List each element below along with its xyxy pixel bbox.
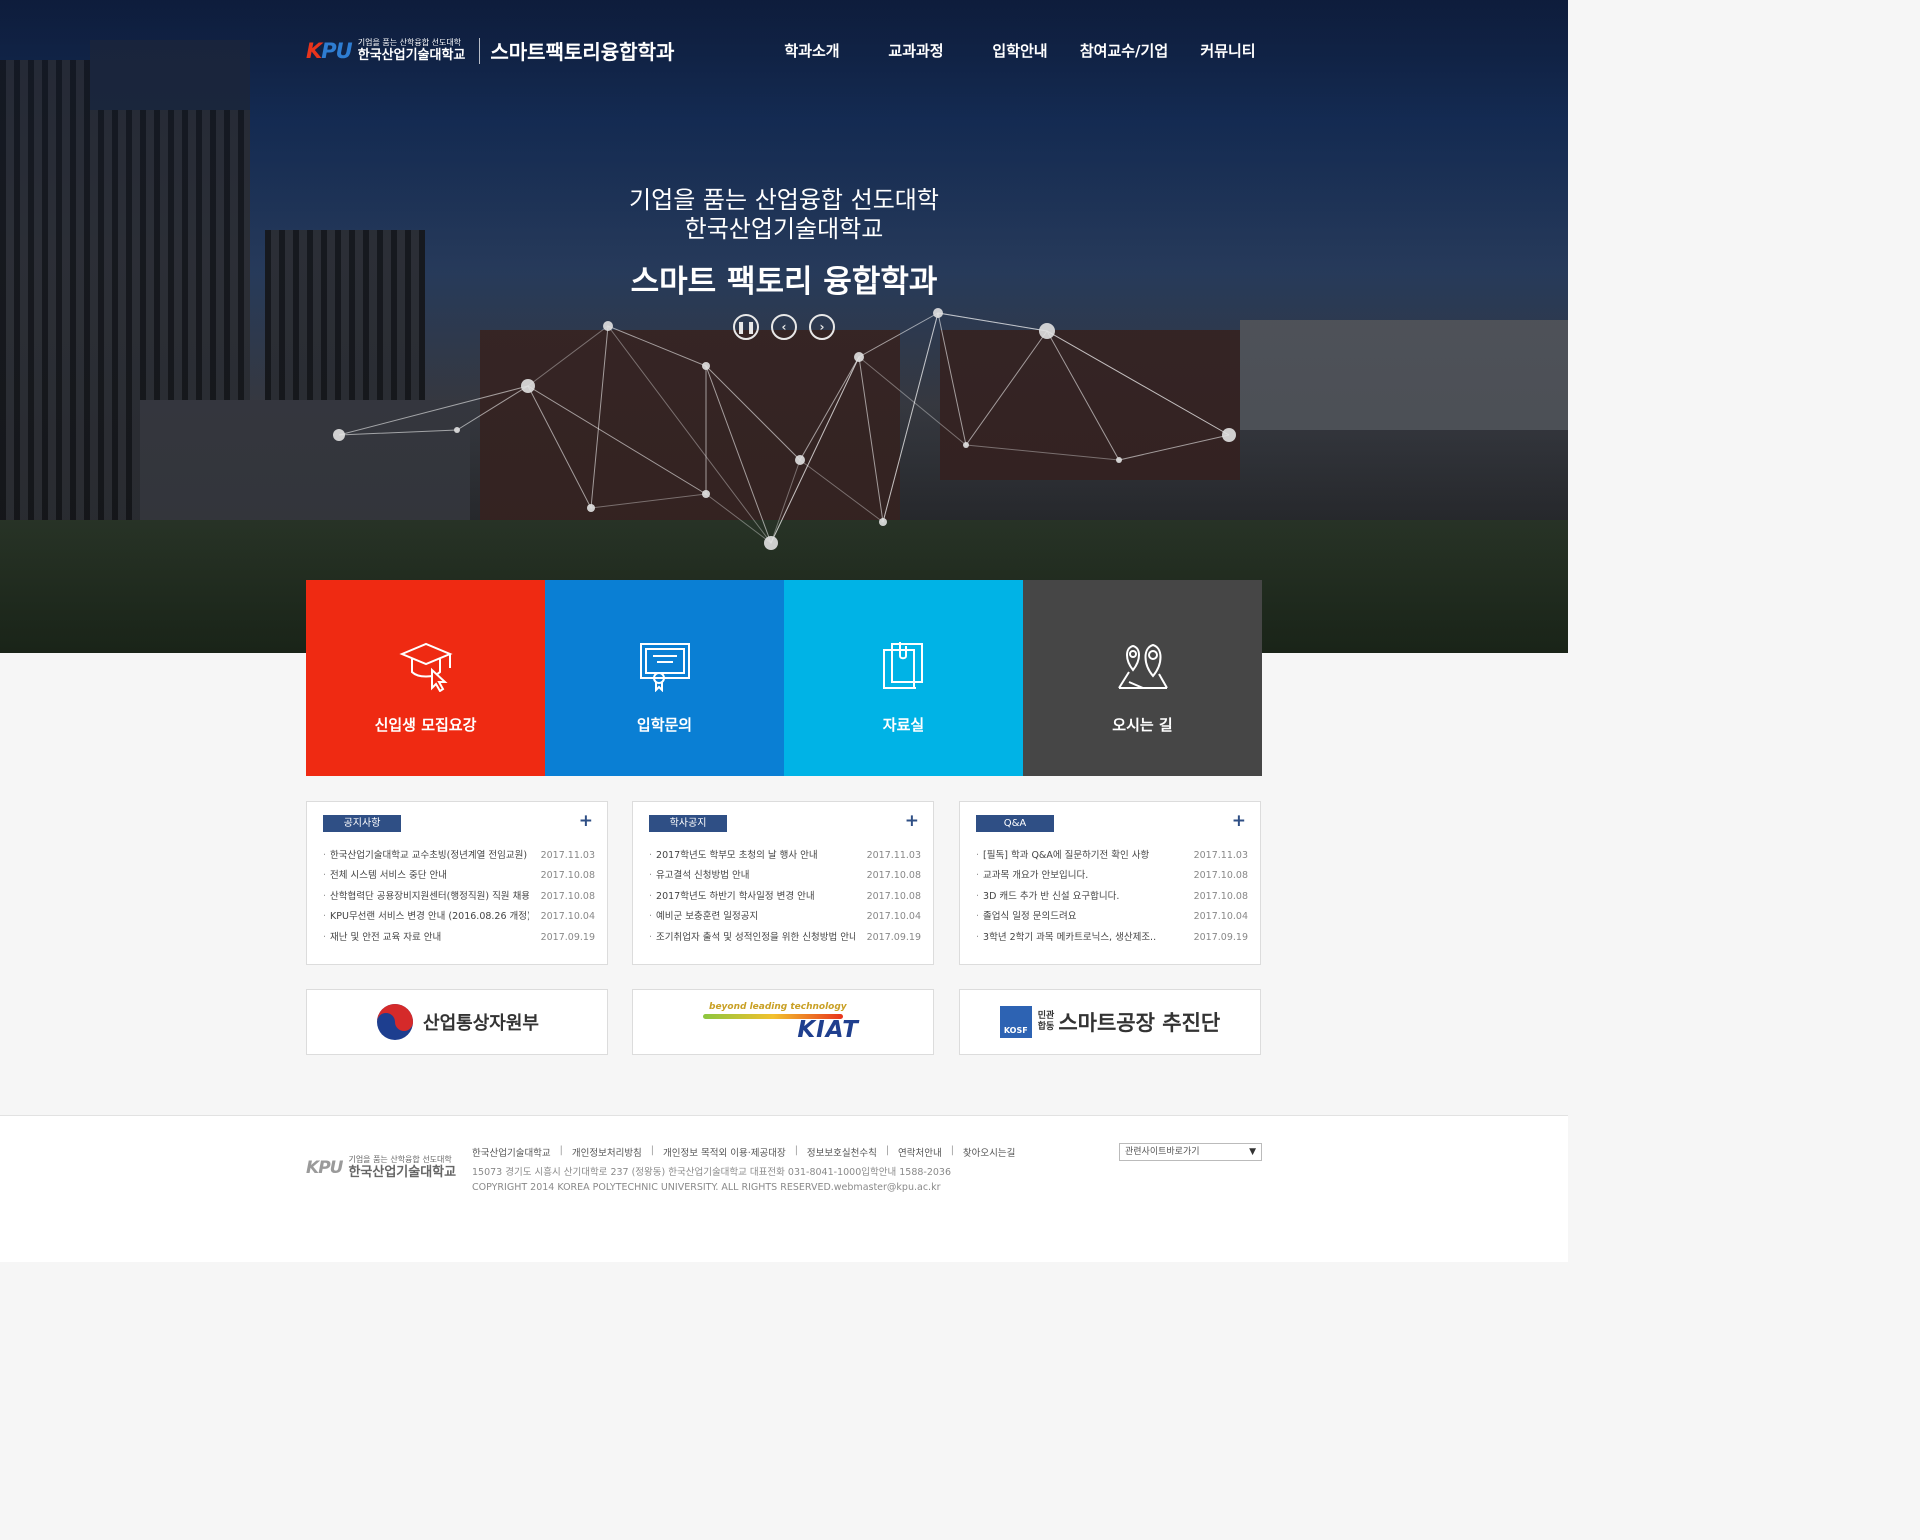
board-list: [필독] 학과 Q&A에 질문하기전 확인 사항2017.11.03 교과목 개… <box>976 846 1248 948</box>
site-logo[interactable]: KPU 기업을 품는 산학융합 선도대학 한국산업기술대학교 스마트팩토리융합학… <box>306 36 674 65</box>
tile-label: 오시는 길 <box>1112 716 1173 734</box>
footer-links: 한국산업기술대학교 | 개인정보처리방침 | 개인정보 목적외 이용·제공대장 | 정… <box>472 1145 1016 1159</box>
plus-icon[interactable]: + <box>905 813 919 830</box>
partner-kosf[interactable]: KOSF 민관 합동 스마트공장 추진단 <box>959 989 1261 1055</box>
department-title: 스마트팩토리융합학과 <box>490 40 675 64</box>
kosf-label-small: 민관 <box>1037 1011 1055 1021</box>
list-item[interactable]: 전체 시스템 서비스 중단 안내2017.10.08 <box>323 866 595 886</box>
graduation-cap-icon <box>398 642 453 692</box>
plus-icon[interactable]: + <box>579 813 593 830</box>
logo-university-name: 한국산업기술대학교 <box>348 1165 457 1180</box>
copyright-text: COPYRIGHT 2014 KOREA POLYTECHNIC UNIVERS… <box>472 1182 941 1193</box>
certificate-icon <box>639 643 690 692</box>
kosf-logo-box: KOSF <box>999 1006 1032 1038</box>
pause-icon[interactable]: ❚❚ <box>733 314 759 340</box>
nav-item-faculty[interactable]: 참여교수/기업 <box>1072 40 1176 61</box>
footer-link[interactable]: 찾아오시는길 <box>963 1145 1015 1159</box>
tile-admission-guide[interactable]: 신입생 모집요강 <box>306 580 545 776</box>
list-item[interactable]: 교과목 개요가 안보입니다.2017.10.08 <box>976 866 1248 886</box>
footer-link[interactable]: 한국산업기술대학교 <box>472 1145 551 1159</box>
partner-kiat[interactable]: beyond leading technology KIAT <box>632 989 934 1055</box>
logo-slogan: 기업을 품는 산학융합 선도대학 <box>348 1155 452 1164</box>
footer-logo: KPU 기업을 품는 산학융합 선도대학 한국산업기술대학교 <box>306 1155 457 1180</box>
board-title: 학사공지 <box>649 815 727 832</box>
board-list: 한국산업기술대학교 교수초빙(정년계열 전임교원)2017.11.03 전체 시… <box>323 846 595 948</box>
tile-label: 입학문의 <box>636 716 693 734</box>
nav-item-admission[interactable]: 입학안내 <box>968 40 1072 61</box>
address-text: 15073 경기도 시흥시 산기대학로 237 (정왕동) 한국산업기술대학교 … <box>472 1167 952 1178</box>
board-qna: Q&A + [필독] 학과 Q&A에 질문하기전 확인 사항2017.11.03… <box>959 801 1261 965</box>
list-item[interactable]: 조기취업자 출석 및 성적인정을 위한 신청방법 안내2017.09.19 <box>649 928 921 948</box>
chevron-right-icon[interactable]: › <box>809 314 835 340</box>
footer-link[interactable]: 정보보호실천수칙 <box>807 1145 877 1159</box>
list-item[interactable]: 유고결석 신청방법 안내2017.10.08 <box>649 866 921 886</box>
logo-university-name: 한국산업기술대학교 <box>357 48 466 63</box>
nav-item-curriculum[interactable]: 교과과정 <box>864 40 968 61</box>
kpu-logo-mark: KPU <box>306 38 353 63</box>
chevron-down-icon: ▼ <box>1249 1147 1256 1157</box>
plus-icon[interactable]: + <box>1232 813 1246 830</box>
related-sites-select[interactable]: 관련사이트바로가기 ▼ <box>1119 1143 1262 1161</box>
logo-divider <box>479 37 481 64</box>
tile-directions[interactable]: 오시는 길 <box>1023 580 1262 776</box>
site-footer: KPU 기업을 품는 산학융합 선도대학 한국산업기술대학교 한국산업기술대학교… <box>0 1115 1568 1262</box>
board-title: 공지사항 <box>323 815 401 832</box>
map-pin-icon <box>1117 643 1168 689</box>
board-title: Q&A <box>976 815 1054 832</box>
footer-link[interactable]: 연락처안내 <box>898 1145 942 1159</box>
list-item[interactable]: 한국산업기술대학교 교수초빙(정년계열 전임교원)2017.11.03 <box>323 846 595 866</box>
kosf-name: 스마트공장 추진단 <box>1058 1011 1221 1035</box>
list-item[interactable]: 3학년 2학기 과목 메카트로닉스, 생산제조..2017.09.19 <box>976 928 1248 948</box>
tile-label: 신입생 모집요강 <box>374 716 477 734</box>
footer-link[interactable]: 개인정보 목적외 이용·제공대장 <box>663 1145 786 1159</box>
list-item[interactable]: 재난 및 안전 교육 자료 안내2017.09.19 <box>323 928 595 948</box>
partner-motie[interactable]: 산업통상자원부 <box>306 989 608 1055</box>
footer-address: 15073 경기도 시흥시 산기대학로 237 (정왕동) 한국산업기술대학교 … <box>472 1165 951 1195</box>
chevron-left-icon[interactable]: ‹ <box>771 314 797 340</box>
board-academic: 학사공지 + 2017학년도 학부모 초청의 날 행사 안내2017.11.03… <box>632 801 934 965</box>
hero-text: 기업을 품는 산업융합 선도대학 한국산업기술대학교 스마트 팩토리 융합학과 <box>0 186 1568 301</box>
kosf-label-small: 합동 <box>1037 1022 1055 1032</box>
list-item[interactable]: 2017학년도 학부모 초청의 날 행사 안내2017.11.03 <box>649 846 921 866</box>
partner-motie-name: 산업통상자원부 <box>423 1013 539 1034</box>
list-item[interactable]: 3D 캐드 추가 반 신설 요구합니다.2017.10.08 <box>976 887 1248 907</box>
board-notice: 공지사항 + 한국산업기술대학교 교수초빙(정년계열 전임교원)2017.11.… <box>306 801 608 965</box>
kiat-logo: beyond leading technology KIAT <box>703 1000 863 1044</box>
kiat-wordmark: KIAT <box>797 1017 859 1043</box>
list-item[interactable]: KPU무선랜 서비스 변경 안내 (2016.08.26 개정)2017.10.… <box>323 907 595 927</box>
hero-department: 스마트 팩토리 융합학과 <box>630 264 938 300</box>
list-item[interactable]: 2017학년도 하반기 학사일정 변경 안내2017.10.08 <box>649 887 921 907</box>
kiat-tagline: beyond leading technology <box>709 1002 847 1012</box>
hero-banner: KPU 기업을 품는 산학융합 선도대학 한국산업기술대학교 스마트팩토리융합학… <box>0 0 1568 653</box>
hero-university: 한국산업기술대학교 <box>684 215 884 243</box>
main-nav: 학과소개 교과과정 입학안내 참여교수/기업 커뮤니티 <box>760 40 1280 61</box>
footer-link[interactable]: 개인정보처리방침 <box>572 1145 642 1159</box>
list-item[interactable]: [필독] 학과 Q&A에 질문하기전 확인 사항2017.11.03 <box>976 846 1248 866</box>
nav-item-community[interactable]: 커뮤니티 <box>1176 40 1280 61</box>
list-item[interactable]: 졸업식 일정 문의드려요2017.10.04 <box>976 907 1248 927</box>
nav-item-about[interactable]: 학과소개 <box>760 40 864 61</box>
hero-slogan: 기업을 품는 산업융합 선도대학 <box>629 186 939 214</box>
tile-label: 자료실 <box>882 716 925 734</box>
tile-admission-inquiry[interactable]: 입학문의 <box>545 580 784 776</box>
logo-slogan: 기업을 품는 산학융합 선도대학 <box>357 38 462 47</box>
documents-icon <box>882 642 923 689</box>
taegeuk-logo-icon <box>377 1004 414 1040</box>
board-list: 2017학년도 학부모 초청의 날 행사 안내2017.11.03 유고결석 신… <box>649 846 921 948</box>
list-item[interactable]: 예비군 보충훈련 일정공지2017.10.04 <box>649 907 921 927</box>
list-item[interactable]: 산학협력단 공용장비지원센터(행정직원) 직원 채용2017.10.08 <box>323 887 595 907</box>
quick-menu: 신입생 모집요강 입학문의 자료실 오시는 길 <box>306 580 1262 776</box>
slider-controls: ❚❚ ‹ › <box>733 314 835 340</box>
tile-archive[interactable]: 자료실 <box>784 580 1023 776</box>
kpu-logo-mark: KPU <box>306 1157 343 1178</box>
